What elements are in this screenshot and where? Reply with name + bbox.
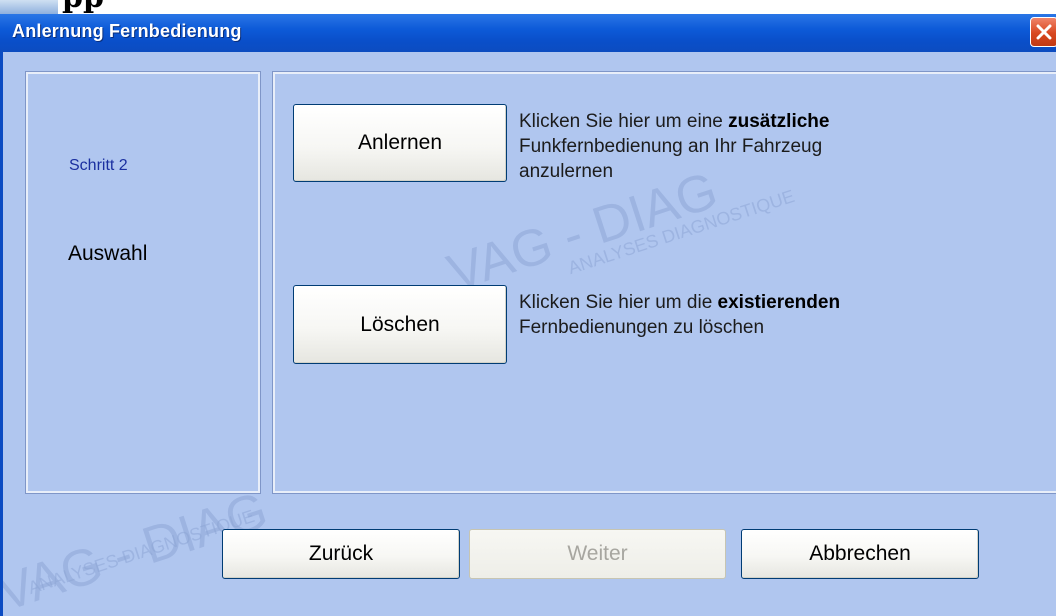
document-background-fragment: pp [0,0,1056,14]
delete-desc-line2: Fernbedienungen zu löschen [519,317,765,338]
document-image-fragment [0,0,58,14]
dialog-body: VAG - DIAG ANALYSES DIAGNOSTIQUE VAG - D… [0,52,1056,616]
delete-description: Klicken Sie hier um die existierenden Fe… [519,290,840,340]
title-bar[interactable]: Anlernung Fernbedienung [0,14,1056,52]
learn-description: Klicken Sie hier um eine zusätzliche Fun… [519,109,829,184]
cancel-button[interactable]: Abbrechen [741,529,979,579]
close-button[interactable] [1030,17,1056,47]
step-label: Schritt 2 [69,157,128,174]
learn-desc-bold: zusätzliche [728,111,830,132]
delete-desc-bold: existierenden [717,292,841,313]
document-text-fragment: pp [62,0,104,14]
window-title: Anlernung Fernbedienung [12,21,242,41]
close-icon [1036,24,1052,40]
learn-desc-line3: anzulernen [519,161,614,182]
back-button-label: Zurück [308,542,374,565]
next-button-label: Weiter [567,542,628,565]
step-panel [25,71,261,494]
learn-desc-line2: Funkfernbedienung an Ihr Fahrzeug [519,136,823,157]
learn-button[interactable]: Anlernen [293,104,507,182]
delete-button-label: Löschen [360,312,440,336]
delete-button[interactable]: Löschen [293,285,507,364]
mode-label: Auswahl [68,242,148,265]
next-button[interactable]: Weiter [469,529,726,579]
learn-desc-line1: Klicken Sie hier um eine [519,111,729,132]
learn-button-label: Anlernen [357,131,443,154]
delete-desc-line1: Klicken Sie hier um die [519,292,718,313]
cancel-button-label: Abbrechen [809,542,911,565]
back-button[interactable]: Zurück [222,529,460,579]
